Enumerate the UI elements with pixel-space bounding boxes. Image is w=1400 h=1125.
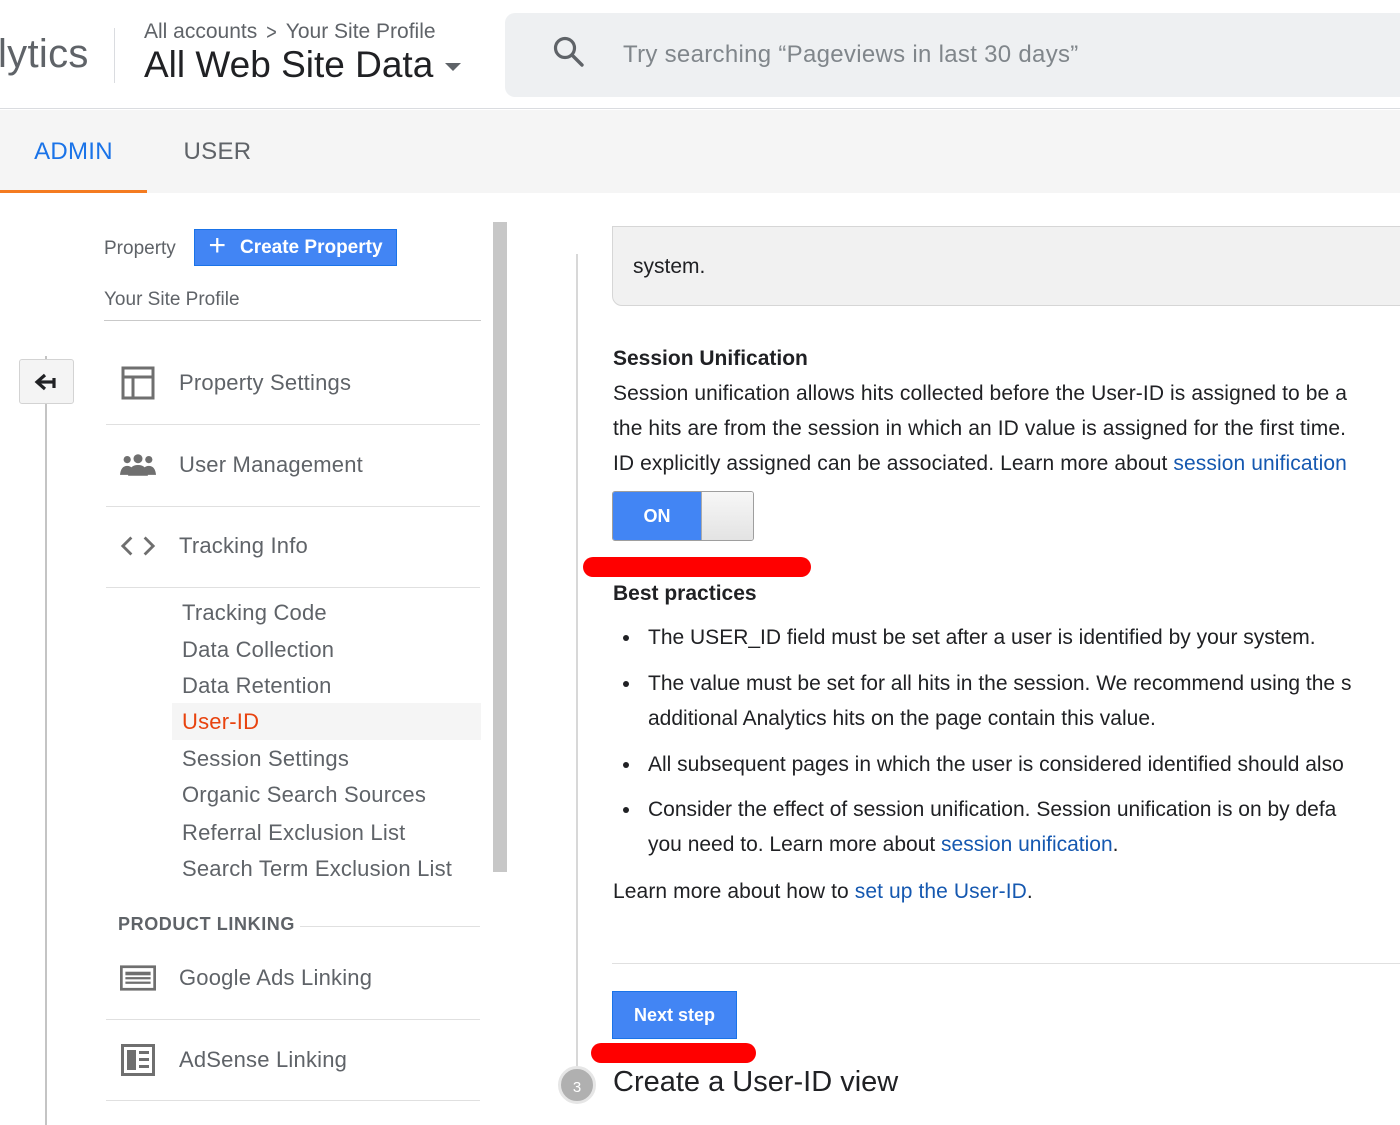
sidebar-item-label: Tracking Info <box>179 533 308 558</box>
sidebar-item-adsense-linking[interactable]: AdSense Linking <box>106 1019 480 1101</box>
info-box: system. <box>612 226 1400 306</box>
search-icon[interactable] <box>552 35 586 69</box>
session-unification-link[interactable]: session unification <box>1173 452 1347 475</box>
sidebar-item-label: Google Ads Linking <box>179 965 373 990</box>
session-unification-link[interactable]: session unification <box>941 833 1113 856</box>
create-property-label: Create Property <box>239 236 383 258</box>
sidebar-subitem-organic-search-sources[interactable]: Organic Search Sources <box>172 776 481 813</box>
people-icon <box>120 448 156 482</box>
list-item-text: All subsequent pages in which the user i… <box>648 753 1344 776</box>
bullet-icon <box>623 681 629 687</box>
session-unification-text: ID explicitly assigned can be associated… <box>613 446 1347 481</box>
sidebar-item-label: User Management <box>179 452 363 477</box>
learn-more-text-part: Learn more about how to <box>613 880 855 903</box>
annotation-underline <box>583 557 811 577</box>
breadcrumb-separator-icon: > <box>266 18 277 44</box>
step-rail <box>576 254 578 1084</box>
best-practices-title: Best practices <box>613 582 757 605</box>
product-linking-heading: PRODUCT LINKING <box>118 914 295 934</box>
toggle-on-label: ON <box>613 492 701 540</box>
divider <box>106 1100 480 1101</box>
punctuation: . <box>1112 833 1119 856</box>
create-property-button[interactable]: + Create Property <box>194 229 397 266</box>
sidebar-subitem-user-id[interactable]: User-ID <box>172 703 481 740</box>
list-item-text: additional Analytics hits on the page co… <box>648 707 1156 730</box>
sidebar-item-label: Property Settings <box>179 370 352 395</box>
session-unification-text: the hits are from the session in which a… <box>613 417 1347 440</box>
session-unification-text-part: ID explicitly assigned can be associated… <box>613 452 1174 475</box>
session-unification-toggle[interactable]: ON <box>612 491 754 541</box>
app-header: lytics All accounts > Your Site Profile … <box>0 0 1400 109</box>
setup-user-id-link[interactable]: set up the User-ID <box>855 880 1027 903</box>
google-ads-icon <box>120 961 156 995</box>
plus-icon: + <box>208 229 226 262</box>
annotation-underline <box>591 1043 756 1063</box>
list-item-text: Consider the effect of session unificati… <box>648 798 1337 821</box>
collapse-sidebar-button[interactable] <box>19 359 74 404</box>
property-label: Property <box>104 238 176 259</box>
list-item-text: The value must be set for all hits in th… <box>648 672 1352 695</box>
divider <box>300 926 480 927</box>
list-item-text: The USER_ID field must be set after a us… <box>648 626 1316 649</box>
bullet-icon <box>623 807 629 813</box>
list-item-text-part: you need to. Learn more about <box>648 833 942 856</box>
sidebar-item-tracking-info[interactable]: Tracking Info <box>106 505 480 587</box>
property-name[interactable]: Your Site Profile <box>104 289 240 311</box>
sidebar-item-user-management[interactable]: User Management <box>106 424 480 506</box>
toggle-knob[interactable] <box>701 492 753 540</box>
back-arrow-icon <box>34 373 56 390</box>
sidebar-scrollbar[interactable] <box>493 222 507 872</box>
tab-user[interactable]: USER <box>165 110 270 193</box>
view-name[interactable]: All Web Site Data <box>144 44 433 86</box>
tab-admin[interactable]: ADMIN <box>0 110 147 193</box>
sidebar-subitem-data-collection[interactable]: Data Collection <box>172 631 481 668</box>
sidebar-subitem-data-retention[interactable]: Data Retention <box>172 667 481 704</box>
search-bar[interactable] <box>505 13 1400 97</box>
view-selector[interactable]: All Web Site Data <box>144 44 462 86</box>
sidebar-item-property-settings[interactable]: Property Settings <box>106 342 480 424</box>
header-divider <box>114 28 115 83</box>
learn-more-text: Learn more about how to set up the User-… <box>613 874 1033 909</box>
divider <box>612 963 1400 964</box>
list-item-text: you need to. Learn more about session un… <box>648 827 1119 862</box>
divider <box>104 320 481 321</box>
dropdown-caret-icon[interactable] <box>445 63 462 71</box>
breadcrumb-account[interactable]: All accounts <box>144 20 257 44</box>
code-brackets-icon <box>120 529 156 563</box>
bullet-icon <box>623 762 629 768</box>
sidebar-subitem-tracking-code[interactable]: Tracking Code <box>172 594 481 631</box>
info-box-text: system. <box>633 255 706 278</box>
divider <box>106 587 480 588</box>
breadcrumb-property[interactable]: Your Site Profile <box>286 20 436 44</box>
next-step-button[interactable]: Next step <box>612 991 737 1039</box>
tab-bar: ADMIN USER <box>0 110 1400 193</box>
app-name: lytics <box>0 32 89 76</box>
step-number-badge: 3 <box>558 1066 596 1104</box>
adsense-icon <box>120 1043 156 1077</box>
sidebar-subitem-search-term-exclusion-list[interactable]: Search Term Exclusion List <box>172 850 481 887</box>
breadcrumb[interactable]: All accounts > Your Site Profile <box>144 18 436 44</box>
sidebar-item-google-ads-linking[interactable]: Google Ads Linking <box>106 937 480 1019</box>
step-title[interactable]: Create a User-ID view <box>613 1066 898 1099</box>
sidebar-subitem-session-settings[interactable]: Session Settings <box>172 740 481 777</box>
sidebar-subitem-referral-exclusion-list[interactable]: Referral Exclusion List <box>172 814 481 851</box>
property-settings-icon <box>120 366 156 400</box>
sidebar-rail <box>45 356 47 1125</box>
session-unification-text: Session unification allows hits collecte… <box>613 382 1348 405</box>
punctuation: . <box>1026 880 1033 903</box>
session-unification-title: Session Unification <box>613 347 808 370</box>
search-input[interactable] <box>623 13 1383 97</box>
sidebar-item-label: AdSense Linking <box>179 1047 348 1072</box>
bullet-icon <box>623 635 629 641</box>
